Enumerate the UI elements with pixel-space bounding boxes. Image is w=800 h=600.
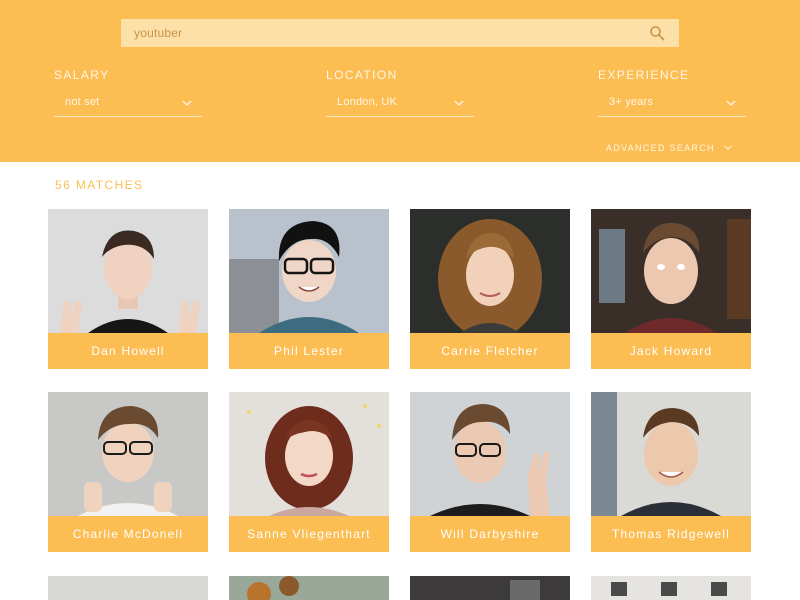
matches-count: 56 MATCHES — [55, 178, 144, 192]
profile-name: Will Darbyshire — [410, 516, 570, 552]
profile-name: Phil Lester — [229, 333, 389, 369]
search-icon[interactable] — [649, 25, 665, 41]
experience-select[interactable]: 3+ years — [598, 93, 746, 117]
location-label: LOCATION — [326, 68, 398, 82]
profile-card[interactable]: Will Darbyshire — [410, 392, 570, 552]
profile-card[interactable]: Sanne Vliegenthart — [229, 392, 389, 552]
advanced-search-label: ADVANCED SEARCH — [606, 143, 715, 153]
experience-label: EXPERIENCE — [598, 68, 690, 82]
profile-card[interactable]: Charlie McDonell — [48, 392, 208, 552]
profile-photo — [48, 392, 208, 516]
profile-name: Thomas Ridgewell — [591, 516, 751, 552]
search-bar[interactable]: youtuber — [121, 19, 679, 47]
profile-photo — [229, 209, 389, 333]
profile-photo — [48, 209, 208, 333]
profile-card[interactable]: Thomas Ridgewell — [591, 392, 751, 552]
salary-filter: SALARY not set — [54, 66, 202, 118]
location-filter: LOCATION London, UK — [326, 66, 474, 118]
profile-card-partial[interactable] — [48, 576, 208, 600]
profile-photo — [591, 392, 751, 516]
chevron-down-icon — [182, 100, 192, 106]
profile-name: Charlie McDonell — [48, 516, 208, 552]
salary-label: SALARY — [54, 68, 110, 82]
profile-name: Sanne Vliegenthart — [229, 516, 389, 552]
profile-photo — [410, 392, 570, 516]
profile-photo — [410, 209, 570, 333]
location-value: London, UK — [337, 96, 398, 108]
profile-card-partial[interactable] — [229, 576, 389, 600]
profile-card-partial[interactable] — [410, 576, 570, 600]
profile-name: Dan Howell — [48, 333, 208, 369]
location-select[interactable]: London, UK — [326, 93, 474, 117]
profile-card[interactable]: Jack Howard — [591, 209, 751, 369]
salary-select[interactable]: not set — [54, 93, 202, 117]
advanced-search-toggle[interactable]: ADVANCED SEARCH — [606, 141, 746, 155]
profile-name: Jack Howard — [591, 333, 751, 369]
profile-card-partial[interactable] — [591, 576, 751, 600]
experience-filter: EXPERIENCE 3+ years — [598, 66, 746, 118]
profile-photo — [591, 209, 751, 333]
experience-value: 3+ years — [609, 96, 654, 108]
search-header: youtuber SALARY not set LOCATION London,… — [0, 0, 800, 162]
search-input[interactable]: youtuber — [134, 26, 182, 40]
profile-card[interactable]: Phil Lester — [229, 209, 389, 369]
salary-value: not set — [65, 96, 100, 108]
chevron-down-icon — [454, 100, 464, 106]
chevron-down-icon — [726, 100, 736, 106]
profile-name: Carrie Fletcher — [410, 333, 570, 369]
chevron-down-icon — [724, 145, 732, 150]
profile-card[interactable]: Dan Howell — [48, 209, 208, 369]
profile-photo — [229, 392, 389, 516]
profile-card[interactable]: Carrie Fletcher — [410, 209, 570, 369]
